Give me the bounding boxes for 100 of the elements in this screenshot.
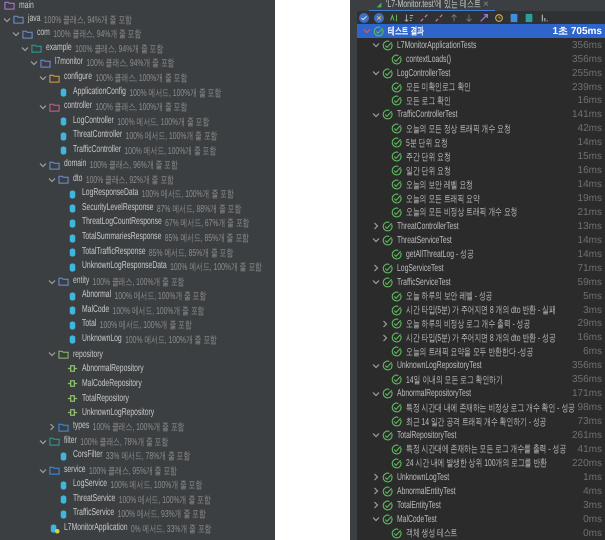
- test-row[interactable]: 오늘의 트래픽 요약을 모두 반환한다 -성공 6ms: [357, 344, 605, 359]
- chevron-icon[interactable]: [39, 161, 47, 170]
- history-icon[interactable]: [494, 12, 504, 23]
- sort-alpha-icon[interactable]: [389, 12, 399, 23]
- test-row[interactable]: 오늘 하루의 보안 레벨 - 성공 5ms: [357, 289, 605, 304]
- tree-item-name[interactable]: UnknownLog: [82, 332, 122, 347]
- tree-item-name[interactable]: Total: [82, 318, 96, 332]
- tree-item-name[interactable]: LogController: [73, 114, 114, 129]
- tree-item-name[interactable]: ThreatController: [73, 129, 122, 144]
- tree-item-name[interactable]: l7monitor: [55, 56, 83, 70]
- test-row[interactable]: MalCodeTest 0ms: [357, 512, 605, 526]
- tree-item-name[interactable]: Abnormal: [82, 289, 112, 304]
- chevron-icon[interactable]: [372, 501, 380, 510]
- test-row[interactable]: AbnormalRepositoryTest 171ms: [357, 386, 605, 401]
- tree-item-name[interactable]: service: [64, 464, 86, 478]
- tree-item-name[interactable]: UnknownLogRepository: [82, 407, 154, 418]
- tree-item-name[interactable]: LogService: [73, 478, 108, 492]
- tree-item-name[interactable]: domain: [64, 158, 86, 172]
- tree-item-name[interactable]: configure: [64, 71, 92, 85]
- tree-item-name[interactable]: CorsFilter: [73, 449, 102, 464]
- tree-item-name[interactable]: example: [46, 42, 72, 56]
- chevron-icon[interactable]: [48, 423, 56, 432]
- chevron-icon[interactable]: [48, 350, 56, 358]
- tree-item-name[interactable]: dto: [73, 172, 82, 187]
- tree-item-name[interactable]: SecurityLevelResponse: [82, 202, 154, 216]
- test-row[interactable]: 시간 타입(5분) 가 주어지면 8 개의 dto 반환 - 실패 3ms: [357, 303, 605, 317]
- chevron-icon[interactable]: [372, 278, 380, 286]
- tree-item-name[interactable]: TrafficService: [73, 507, 114, 522]
- test-row[interactable]: 특정 시간대에 존재하는 모든 로그 개수를 출력 - 성공 41ms: [357, 442, 605, 456]
- chevron-icon[interactable]: [48, 176, 56, 184]
- chevron-icon[interactable]: [372, 264, 380, 272]
- tree-item-name[interactable]: UnknownLogResponseData: [82, 260, 167, 274]
- chevron-icon[interactable]: [372, 362, 380, 370]
- test-row[interactable]: LogServiceTest 71ms: [357, 261, 605, 276]
- tree-item-name[interactable]: MalCode: [82, 304, 110, 318]
- chevron-icon[interactable]: [39, 103, 47, 112]
- tree-item-name[interactable]: ThreatLogCountResponse: [82, 216, 162, 230]
- chevron-icon[interactable]: [381, 320, 389, 328]
- test-row[interactable]: 특정 시간대 내에 존재하는 비정상 로그 개수 확인 - 성공 98ms: [357, 400, 605, 415]
- test-row[interactable]: 오늘의 보안 레벨 요청 14ms: [357, 178, 605, 192]
- chevron-icon[interactable]: [39, 438, 47, 446]
- chevron-icon[interactable]: [372, 515, 380, 524]
- test-row[interactable]: 시간 타입(5분) 가 주어지면 8 개의 dto 반환 - 성공 16ms: [357, 330, 605, 345]
- chevron-icon[interactable]: [39, 74, 47, 82]
- test-row[interactable]: 24 시간 내에 발생한 상위 100개의 로그를 반환 220ms: [357, 456, 605, 470]
- chevron-icon[interactable]: [21, 44, 29, 53]
- test-row[interactable]: 모든 로그 확인 16ms: [357, 94, 605, 108]
- test-row[interactable]: 주간 단위 요청 15ms: [357, 150, 605, 164]
- test-row[interactable]: TotalEntityTest 3ms: [357, 498, 605, 512]
- test-row[interactable]: 오늘 하루의 비정상 로그 개수 출력 - 성공 29ms: [357, 317, 605, 331]
- chevron-icon[interactable]: [372, 487, 380, 496]
- tree-item-name[interactable]: TrafficController: [73, 144, 121, 158]
- chevron-icon[interactable]: [39, 466, 47, 475]
- tree-item-name[interactable]: MalCodeRepository: [82, 378, 142, 389]
- test-row[interactable]: 오늘의 모든 트래픽 요약 19ms: [357, 192, 605, 206]
- test-row[interactable]: 14일 이내의 모든 로그 확인하기 356ms: [357, 372, 605, 387]
- chevron-icon[interactable]: [3, 16, 11, 24]
- tree-item-name[interactable]: AbnormalRepository: [82, 363, 144, 374]
- test-row[interactable]: 오늘의 모든 비정상 트래픽 개수 요청 21ms: [357, 206, 605, 220]
- chevron-icon[interactable]: [372, 473, 380, 482]
- chevron-icon[interactable]: [372, 41, 380, 50]
- check-toggle-icon[interactable]: [359, 12, 369, 23]
- tree-item-name[interactable]: java: [28, 12, 40, 27]
- tree-item-name[interactable]: TotalTrafficResponse: [82, 246, 146, 260]
- tree-item-name[interactable]: main: [19, 0, 34, 11]
- chevron-icon[interactable]: [12, 30, 20, 38]
- chevron-icon[interactable]: [381, 334, 389, 342]
- cross-toggle-icon[interactable]: [374, 12, 384, 23]
- document-icon[interactable]: [524, 12, 534, 23]
- tree-item-name[interactable]: filter: [64, 434, 77, 449]
- chevron-icon[interactable]: [372, 222, 380, 230]
- sort-icon[interactable]: [404, 12, 414, 23]
- arrow-down-icon[interactable]: [464, 12, 474, 23]
- test-row[interactable]: ThreatServiceTest 14ms: [357, 233, 605, 248]
- tree-item-name[interactable]: controller: [64, 100, 92, 114]
- tree-item-name[interactable]: ThreatService: [73, 492, 116, 507]
- test-row[interactable]: 최근 14 일간 공격 트래픽 개수 확인하기 - 성공 73ms: [357, 414, 605, 428]
- test-row[interactable]: L7MonitorApplicationTests 356ms: [357, 38, 605, 52]
- test-row[interactable]: 모든 미확인로그 확인 239ms: [357, 80, 605, 94]
- test-row[interactable]: 오늘의 모든 정상 트래픽 개수 요청 42ms: [357, 122, 605, 136]
- tree-item-name[interactable]: repository: [73, 348, 103, 360]
- test-row[interactable]: UnknownLogRepositoryTest 356ms: [357, 358, 605, 373]
- test-row[interactable]: 객체 생성 테스트 0ms: [357, 526, 605, 540]
- tree-item-name[interactable]: TotalRepository: [82, 392, 129, 404]
- export-icon[interactable]: [479, 12, 489, 23]
- test-row[interactable]: 5분 단위 요청 14ms: [357, 136, 605, 150]
- chevron-icon[interactable]: [30, 59, 38, 68]
- arrow-up-icon[interactable]: [449, 12, 459, 23]
- test-row[interactable]: 일간 단위 요청 16ms: [357, 164, 605, 178]
- test-row[interactable]: contextLoads() 356ms: [357, 52, 605, 66]
- test-row[interactable]: TrafficServiceTest 59ms: [357, 275, 605, 290]
- tree-item-name[interactable]: LogResponseData: [82, 187, 138, 202]
- test-row[interactable]: ThreatControllerTest 13ms: [357, 219, 605, 234]
- tree-item-name[interactable]: L7MonitorApplication: [64, 522, 128, 536]
- tree-item-name[interactable]: entity: [73, 274, 90, 289]
- test-row[interactable]: getAllThreatLog - 성공 14ms: [357, 247, 605, 262]
- tree-item-name[interactable]: TotalSummariesResponse: [82, 231, 162, 246]
- document-icon[interactable]: [509, 12, 519, 23]
- chevron-icon[interactable]: [372, 110, 380, 119]
- test-row[interactable]: UnknownLogTest 1ms: [357, 470, 605, 484]
